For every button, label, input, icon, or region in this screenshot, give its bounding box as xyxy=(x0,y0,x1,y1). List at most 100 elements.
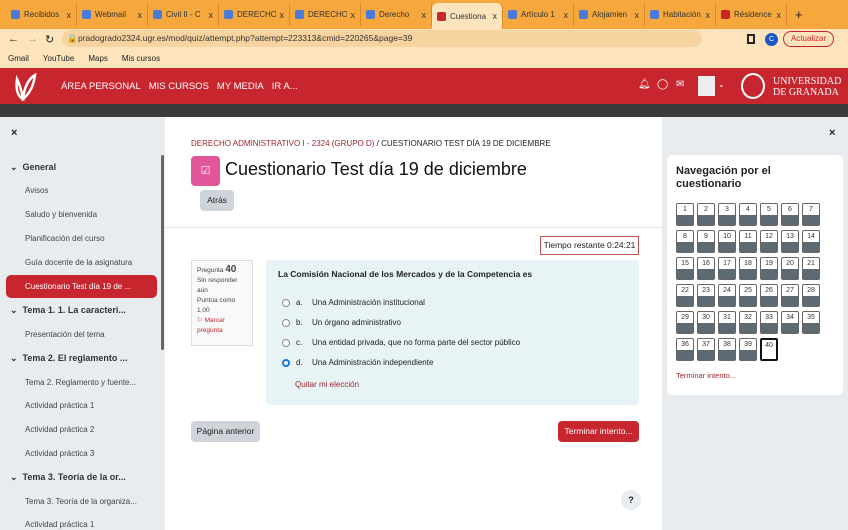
answer-option[interactable]: c. Una entidad privada, que no forma part… xyxy=(282,338,520,347)
question-nav-button[interactable]: 5 xyxy=(760,203,778,226)
question-nav-button[interactable]: 39 xyxy=(739,338,757,361)
nav-link[interactable]: MY MEDIA xyxy=(217,81,264,92)
close-tab-icon[interactable]: x xyxy=(422,10,427,20)
question-nav-button[interactable]: 10 xyxy=(718,230,736,253)
bookmark[interactable]: Mis cursos xyxy=(122,54,160,63)
close-tab-icon[interactable]: x xyxy=(351,10,356,20)
sidebar-item[interactable]: Avisos xyxy=(25,186,48,195)
question-nav-button[interactable]: 25 xyxy=(739,284,757,307)
bell-icon[interactable]: 🔔︎ xyxy=(638,79,651,90)
close-tab-icon[interactable]: x xyxy=(493,11,498,21)
close-tab-icon[interactable]: x xyxy=(209,10,214,20)
question-nav-button[interactable]: 36 xyxy=(676,338,694,361)
nav-link[interactable]: IR A... xyxy=(272,81,298,92)
browser-tab[interactable]: Recibidos x xyxy=(6,3,77,26)
answer-option[interactable]: b. Un órgano administrativo xyxy=(282,318,401,327)
question-nav-button[interactable]: 40 xyxy=(760,338,778,361)
question-nav-button[interactable]: 12 xyxy=(760,230,778,253)
finish-attempt-button[interactable]: Terminar intento... xyxy=(558,421,639,442)
clear-choice-link[interactable]: Quitar mi elección xyxy=(295,380,359,389)
close-tab-icon[interactable]: x xyxy=(777,10,782,20)
question-nav-button[interactable]: 19 xyxy=(760,257,778,280)
browser-tab[interactable]: Résidence x xyxy=(716,3,787,26)
section-toggle[interactable]: ⌄ Tema 3. Teoría de la or... xyxy=(10,472,126,483)
flag-question-link[interactable]: ⚐ Marcar pregunta xyxy=(197,316,247,336)
question-nav-button[interactable]: 21 xyxy=(802,257,820,280)
question-nav-button[interactable]: 1 xyxy=(676,203,694,226)
browser-tab[interactable]: Derecho x xyxy=(361,3,432,26)
nav-link[interactable]: MIS CURSOS xyxy=(149,81,209,92)
chat-icon[interactable]: ◯ xyxy=(657,79,668,90)
question-nav-button[interactable]: 2 xyxy=(697,203,715,226)
chevron-down-icon[interactable]: ⌄ xyxy=(718,80,725,89)
profile-avatar[interactable]: C xyxy=(765,32,778,46)
question-nav-button[interactable]: 11 xyxy=(739,230,757,253)
section-toggle[interactable]: ⌄ General xyxy=(10,162,56,173)
question-nav-button[interactable]: 35 xyxy=(802,311,820,334)
section-toggle[interactable]: ⌄ Tema 1. 1. La caracteri... xyxy=(10,305,126,316)
section-toggle[interactable]: ⌄ Tema 2. El reglamento ... xyxy=(10,353,127,364)
question-nav-button[interactable]: 14 xyxy=(802,230,820,253)
back-button[interactable]: Atrás xyxy=(200,190,234,211)
question-nav-button[interactable]: 6 xyxy=(781,203,799,226)
browser-tab[interactable]: Cuestiona x xyxy=(432,3,503,29)
scrollbar[interactable] xyxy=(161,155,164,350)
update-button[interactable]: Actualizar xyxy=(783,31,835,47)
question-nav-button[interactable]: 20 xyxy=(781,257,799,280)
browser-tab[interactable]: Alojamien x xyxy=(574,3,645,26)
question-nav-button[interactable]: 24 xyxy=(718,284,736,307)
question-nav-button[interactable]: 27 xyxy=(781,284,799,307)
sidebar-item[interactable]: Tema 3. Teoría de la organiza... xyxy=(25,497,137,506)
previous-page-button[interactable]: Página anterior xyxy=(191,421,260,442)
browser-tab[interactable]: DERECHO x xyxy=(219,3,290,26)
question-nav-button[interactable]: 34 xyxy=(781,311,799,334)
question-nav-button[interactable]: 28 xyxy=(802,284,820,307)
question-nav-button[interactable]: 26 xyxy=(760,284,778,307)
question-nav-button[interactable]: 32 xyxy=(739,311,757,334)
sidebar-item-current[interactable]: Cuestionario Test día 19 de ... xyxy=(6,275,157,298)
help-button[interactable]: ? xyxy=(621,490,641,510)
sidebar-item[interactable]: Presentación del tema xyxy=(25,330,105,339)
question-nav-button[interactable]: 37 xyxy=(697,338,715,361)
browser-tab[interactable]: Habitación x xyxy=(645,3,716,26)
nav-link[interactable]: ÁREA PERSONAL xyxy=(61,81,141,92)
close-tab-icon[interactable]: x xyxy=(706,10,711,20)
question-nav-button[interactable]: 17 xyxy=(718,257,736,280)
sidebar-item[interactable]: Actividad práctica 2 xyxy=(25,425,94,434)
answer-option[interactable]: a. Una Administración institucional xyxy=(282,298,425,307)
finish-attempt-link[interactable]: Terminar intento... xyxy=(676,371,736,380)
question-nav-button[interactable]: 9 xyxy=(697,230,715,253)
close-tab-icon[interactable]: x xyxy=(67,10,72,20)
bookmark[interactable]: Maps xyxy=(88,54,108,63)
mail-icon[interactable]: ✉ xyxy=(676,79,684,90)
close-block-drawer-icon[interactable]: × xyxy=(829,127,835,139)
url-input[interactable]: 🔒 pradogrado2324.ugr.es/mod/quiz/attempt.… xyxy=(62,30,702,47)
question-nav-button[interactable]: 30 xyxy=(697,311,715,334)
question-nav-button[interactable]: 31 xyxy=(718,311,736,334)
sidebar-item[interactable]: Guía docente de la asignatura xyxy=(25,258,132,267)
question-nav-button[interactable]: 16 xyxy=(697,257,715,280)
bookmark[interactable]: YouTube xyxy=(43,54,74,63)
question-nav-button[interactable]: 3 xyxy=(718,203,736,226)
radio-button[interactable] xyxy=(282,318,290,327)
question-nav-button[interactable]: 23 xyxy=(697,284,715,307)
sidebar-icon[interactable] xyxy=(747,34,755,44)
question-nav-button[interactable]: 15 xyxy=(676,257,694,280)
back-icon[interactable]: ← xyxy=(8,33,19,45)
question-nav-button[interactable]: 7 xyxy=(802,203,820,226)
close-tab-icon[interactable]: x xyxy=(138,10,143,20)
browser-tab[interactable]: DERECHO x xyxy=(290,3,361,26)
new-tab-icon[interactable]: + xyxy=(795,7,803,22)
close-tab-icon[interactable]: x xyxy=(564,10,569,20)
radio-button[interactable] xyxy=(282,358,290,367)
sidebar-item[interactable]: Tema 2. Reglamento y fuente... xyxy=(25,378,136,387)
close-tab-icon[interactable]: x xyxy=(635,10,640,20)
question-nav-button[interactable]: 38 xyxy=(718,338,736,361)
answer-option[interactable]: d. Una Administración independiente xyxy=(282,358,433,367)
question-nav-button[interactable]: 4 xyxy=(739,203,757,226)
browser-tab[interactable]: Webmail x xyxy=(77,3,148,26)
question-nav-button[interactable]: 29 xyxy=(676,311,694,334)
question-nav-button[interactable]: 18 xyxy=(739,257,757,280)
radio-button[interactable] xyxy=(282,298,290,307)
question-nav-button[interactable]: 8 xyxy=(676,230,694,253)
